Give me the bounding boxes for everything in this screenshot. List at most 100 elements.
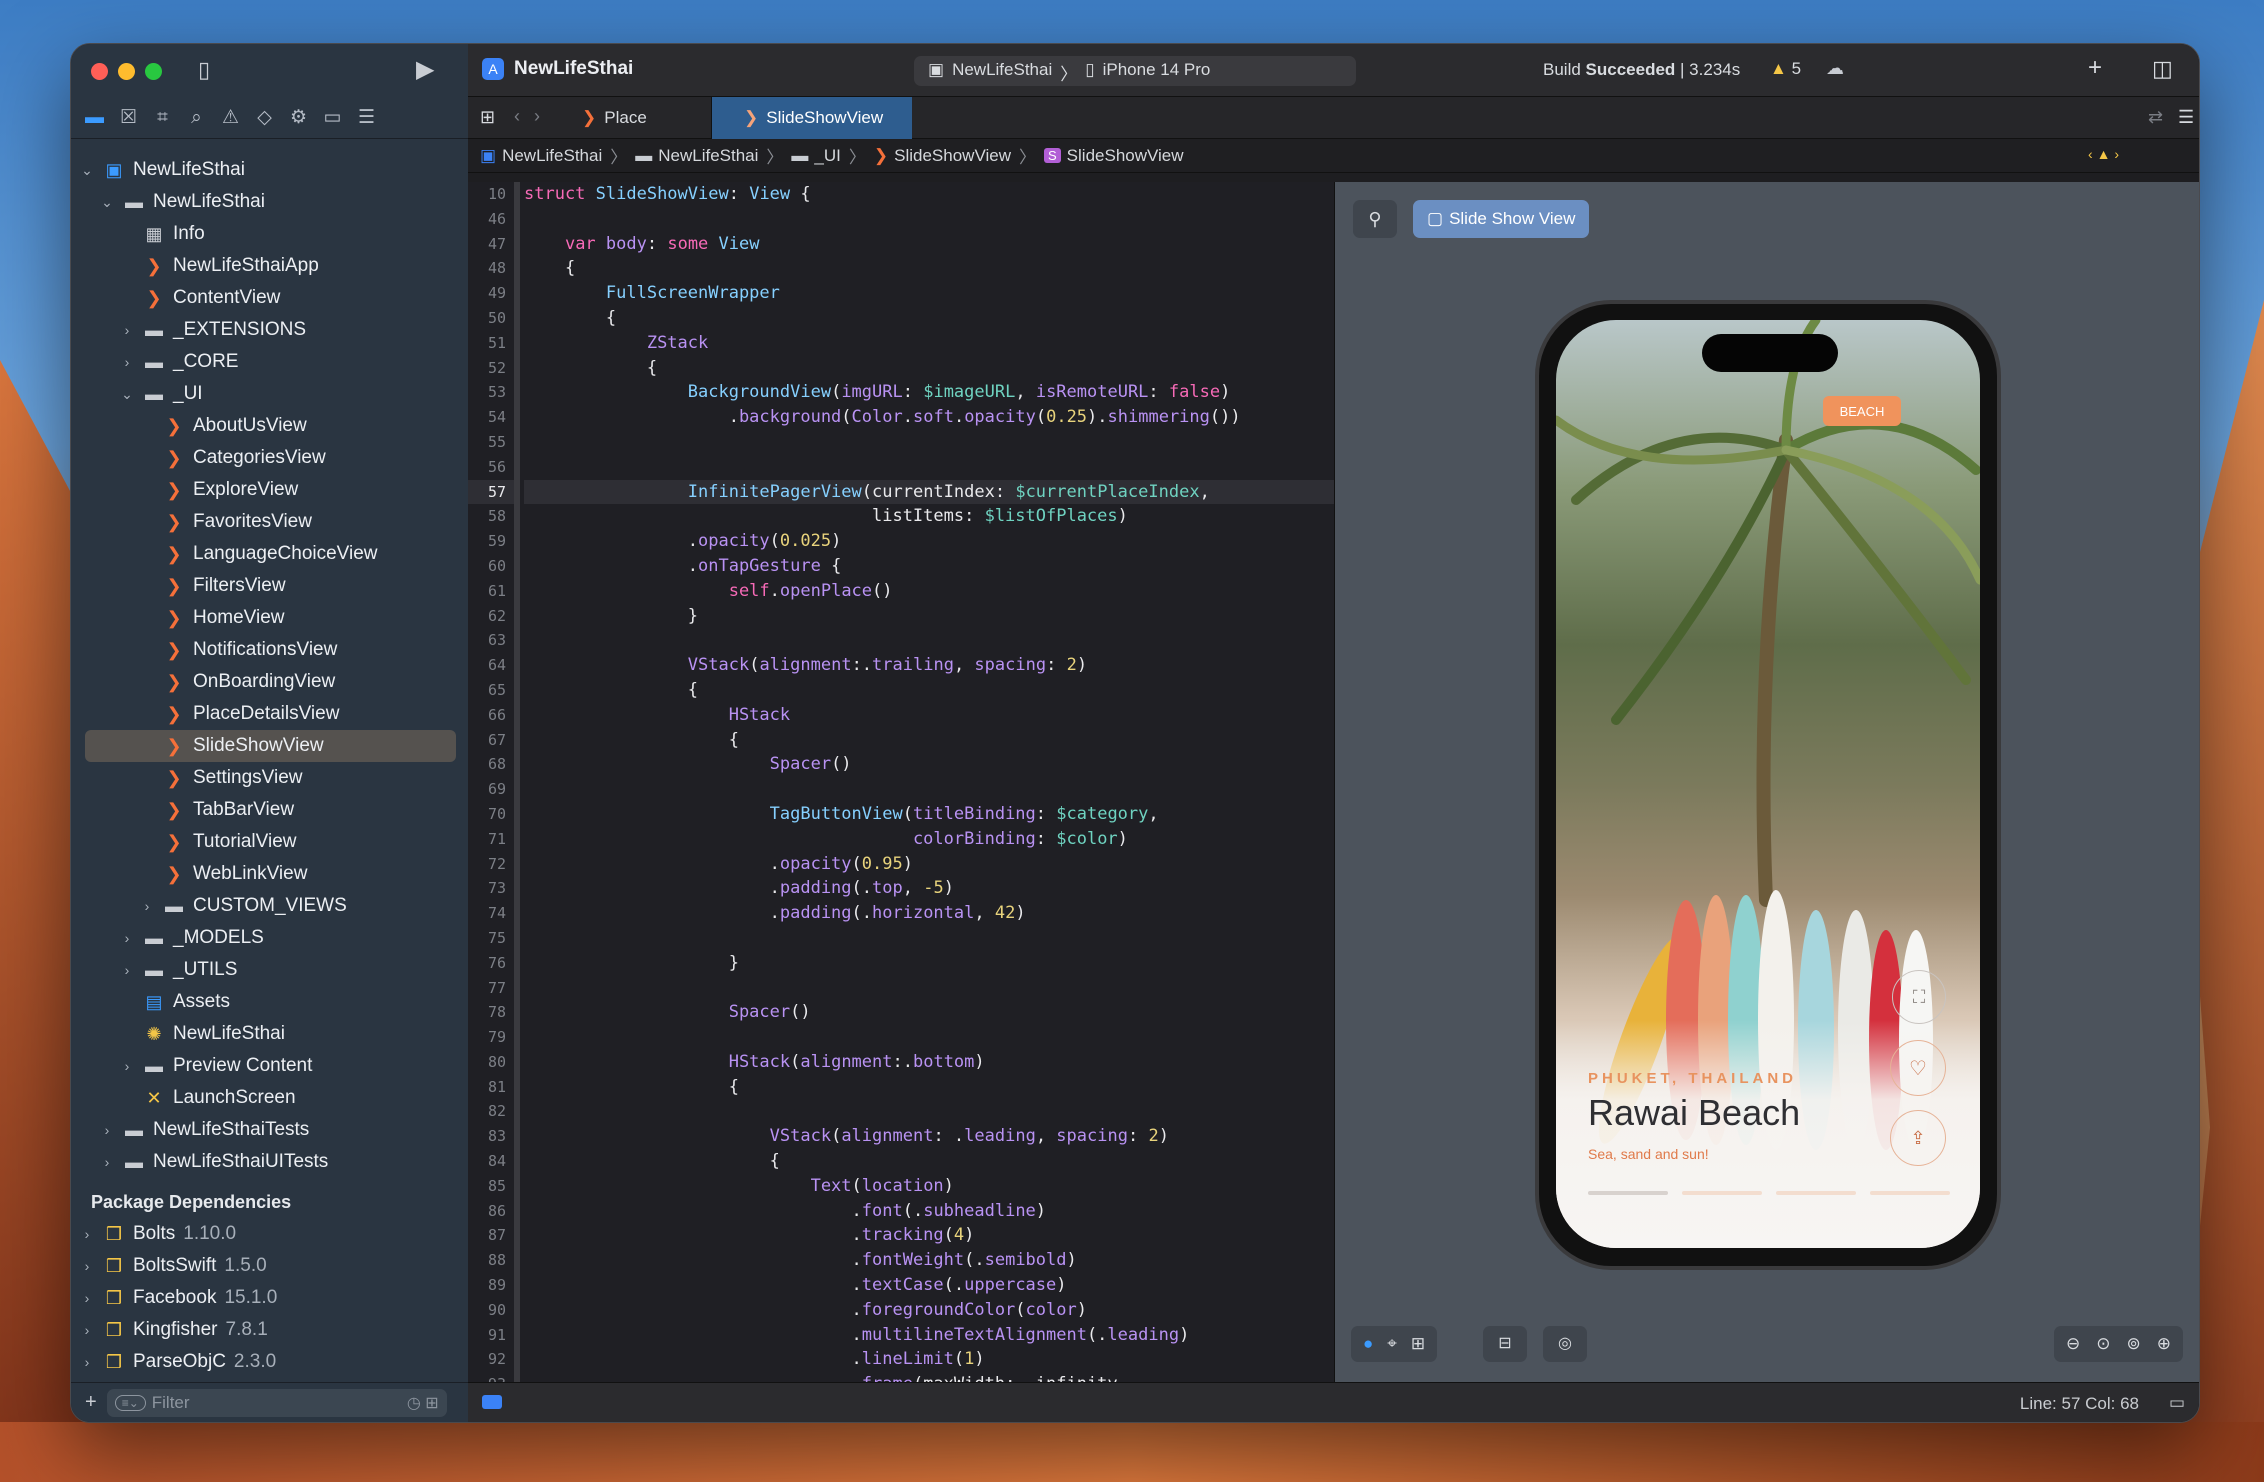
- sidebar-item-tutorialview[interactable]: ❯ TutorialView: [71, 826, 468, 858]
- sidebar-item-languagechoiceview[interactable]: ❯ LanguageChoiceView: [71, 538, 468, 570]
- filter-options-icon[interactable]: ≡⌄: [114, 1394, 146, 1411]
- sidebar-item-custom-views[interactable]: › ▬ CUSTOM_VIEWS: [71, 890, 468, 922]
- package-parseobjc[interactable]: › ❒ ParseObjC 2.3.0: [71, 1346, 468, 1378]
- code-line[interactable]: ZStack: [524, 331, 1334, 356]
- code-line[interactable]: Spacer(): [524, 1000, 1334, 1025]
- code-line[interactable]: }: [524, 604, 1334, 629]
- code-line[interactable]: .tracking(4): [524, 1223, 1334, 1248]
- debug-toggle-icon[interactable]: ▭: [2169, 1393, 2185, 1413]
- add-library-icon[interactable]: +: [2088, 54, 2102, 82]
- sidebar-item-info[interactable]: ▦ Info: [71, 218, 468, 250]
- sidebar-item--utils[interactable]: › ▬ _UTILS: [71, 954, 468, 986]
- code-line[interactable]: HStack: [524, 703, 1334, 728]
- code-line[interactable]: {: [524, 356, 1334, 381]
- breadcrumb-warning-icon[interactable]: ‹ ▲ ›: [2088, 146, 2119, 162]
- editor-options-icon[interactable]: ☰: [2178, 107, 2194, 128]
- code-line[interactable]: .foregroundColor(color): [524, 1298, 1334, 1323]
- issue-navigator-icon[interactable]: ⚠: [219, 106, 242, 129]
- tab-place[interactable]: ❯ Place: [566, 97, 712, 139]
- breadcrumb-item[interactable]: S SlideShowView: [1044, 146, 1184, 166]
- sidebar-item-assets[interactable]: ▤ Assets: [71, 986, 468, 1018]
- code-line[interactable]: .textCase(.uppercase): [524, 1273, 1334, 1298]
- share-icon[interactable]: ⇪: [1890, 1110, 1946, 1166]
- device-name[interactable]: iPhone 14 Pro: [1103, 60, 1211, 85]
- variants-icon[interactable]: ⊞: [1411, 1334, 1425, 1354]
- disclosure-chevron-icon[interactable]: ›: [139, 898, 155, 914]
- pin-icon[interactable]: ⚲: [1353, 200, 1397, 238]
- sidebar-item-exploreview[interactable]: ❯ ExploreView: [71, 474, 468, 506]
- minimize-window-button[interactable]: [118, 63, 135, 80]
- code-line[interactable]: {: [524, 728, 1334, 753]
- sidebar-item-newlifesthai[interactable]: ✺ NewLifeSthai: [71, 1018, 468, 1050]
- code-line[interactable]: .opacity(0.95): [524, 852, 1334, 877]
- code-line[interactable]: }: [524, 951, 1334, 976]
- sidebar-item-contentview[interactable]: ❯ ContentView: [71, 282, 468, 314]
- breakpoint-navigator-icon[interactable]: ▭: [321, 106, 344, 129]
- preview-pin-button[interactable]: ▢ Slide Show View: [1413, 200, 1590, 238]
- code-line[interactable]: [524, 1025, 1334, 1050]
- sidebar-toggle-icon[interactable]: ▯: [198, 57, 210, 83]
- related-items-icon[interactable]: ⇄: [2148, 107, 2163, 128]
- map-icon[interactable]: ⛶: [1892, 970, 1946, 1024]
- zoom-in-icon[interactable]: ⊕: [2157, 1334, 2171, 1354]
- project-navigator-icon[interactable]: ▬: [83, 107, 106, 129]
- code-line[interactable]: [524, 976, 1334, 1001]
- recent-filter-icon[interactable]: ◷ ⊞: [407, 1393, 439, 1413]
- code-line[interactable]: {: [524, 1149, 1334, 1174]
- sidebar-item-newlifesthai[interactable]: ⌄ ▣ NewLifeSthai: [71, 154, 468, 186]
- scheme-name[interactable]: NewLifeSthai: [952, 60, 1052, 85]
- sidebar-item-onboardingview[interactable]: ❯ OnBoardingView: [71, 666, 468, 698]
- zoom-window-button[interactable]: [145, 63, 162, 80]
- code-line[interactable]: Text(location): [524, 1174, 1334, 1199]
- filter-field[interactable]: ≡⌄ Filter ◷ ⊞: [106, 1388, 447, 1417]
- code-line[interactable]: .padding(.top, -5): [524, 876, 1334, 901]
- symbol-navigator-icon[interactable]: ⌗: [151, 107, 174, 129]
- category-tag[interactable]: BEACH: [1823, 396, 1901, 426]
- zoom-fit-icon[interactable]: ⊚: [2127, 1334, 2141, 1354]
- disclosure-chevron-icon[interactable]: ›: [79, 1258, 95, 1274]
- sidebar-item-settingsview[interactable]: ❯ SettingsView: [71, 762, 468, 794]
- disclosure-chevron-icon[interactable]: ⌄: [119, 386, 135, 403]
- sidebar-item-newlifesthaiuitests[interactable]: › ▬ NewLifeSthaiUITests: [71, 1146, 468, 1178]
- code-line[interactable]: [524, 926, 1334, 951]
- code-line[interactable]: FullScreenWrapper: [524, 281, 1334, 306]
- disclosure-chevron-icon[interactable]: ›: [79, 1322, 95, 1338]
- sidebar-item--core[interactable]: › ▬ _CORE: [71, 346, 468, 378]
- code-line[interactable]: var body: some View: [524, 232, 1334, 257]
- code-line[interactable]: VStack(alignment: .leading, spacing: 2): [524, 1124, 1334, 1149]
- sidebar-item-favoritesview[interactable]: ❯ FavoritesView: [71, 506, 468, 538]
- phone-screen[interactable]: BEACH ⛶ ♡ ⇪ PHUKET, THAILAND Rawai Beach…: [1556, 320, 1980, 1248]
- page-indicator-1[interactable]: [1588, 1191, 1668, 1195]
- test-navigator-icon[interactable]: ◇: [253, 106, 276, 129]
- disclosure-chevron-icon[interactable]: ⌄: [99, 194, 115, 211]
- cloud-status-icon[interactable]: ☁: [1826, 58, 1844, 79]
- disclosure-chevron-icon[interactable]: ›: [79, 1354, 95, 1370]
- sidebar-item-categoriesview[interactable]: ❯ CategoriesView: [71, 442, 468, 474]
- inspector-toggle-icon[interactable]: ◫: [2152, 56, 2173, 82]
- page-indicator-2[interactable]: [1682, 1191, 1762, 1195]
- code-line[interactable]: .onTapGesture {: [524, 554, 1334, 579]
- sidebar-item-newlifesthaitests[interactable]: › ▬ NewLifeSthaiTests: [71, 1114, 468, 1146]
- disclosure-chevron-icon[interactable]: ›: [119, 354, 135, 370]
- code-line[interactable]: listItems: $listOfPlaces): [524, 504, 1334, 529]
- disclosure-chevron-icon[interactable]: ›: [119, 1058, 135, 1074]
- code-line[interactable]: TagButtonView(titleBinding: $category,: [524, 802, 1334, 827]
- zoom-out-icon[interactable]: ⊖: [2066, 1334, 2080, 1354]
- disclosure-chevron-icon[interactable]: ›: [119, 930, 135, 946]
- code-line[interactable]: .font(.subheadline): [524, 1199, 1334, 1224]
- code-line[interactable]: {: [524, 678, 1334, 703]
- code-line[interactable]: self.openPlace(): [524, 579, 1334, 604]
- code-line[interactable]: Spacer(): [524, 752, 1334, 777]
- sidebar-item-filtersview[interactable]: ❯ FiltersView: [71, 570, 468, 602]
- breadcrumb-item[interactable]: ❯ SlideShowView: [874, 146, 1011, 166]
- zoom-actual-icon[interactable]: ⊙: [2096, 1334, 2110, 1354]
- code-line[interactable]: .lineLimit(1): [524, 1347, 1334, 1372]
- code-line[interactable]: colorBinding: $color): [524, 827, 1334, 852]
- grid-icon[interactable]: ⊞: [480, 107, 495, 128]
- code-line[interactable]: {: [524, 256, 1334, 281]
- code-editor[interactable]: 10 46 47 48 49 50 51 52 53 54 55 56 57 58 59 60 61 62 63 64…: [468, 182, 1334, 1382]
- forward-icon[interactable]: ›: [534, 106, 540, 127]
- sidebar-item-tabbarview[interactable]: ❯ TabBarView: [71, 794, 468, 826]
- code-line[interactable]: InfinitePagerView(currentIndex: $current…: [524, 479, 1334, 505]
- sidebar-item-newlifesthaiapp[interactable]: ❯ NewLifeSthaiApp: [71, 250, 468, 282]
